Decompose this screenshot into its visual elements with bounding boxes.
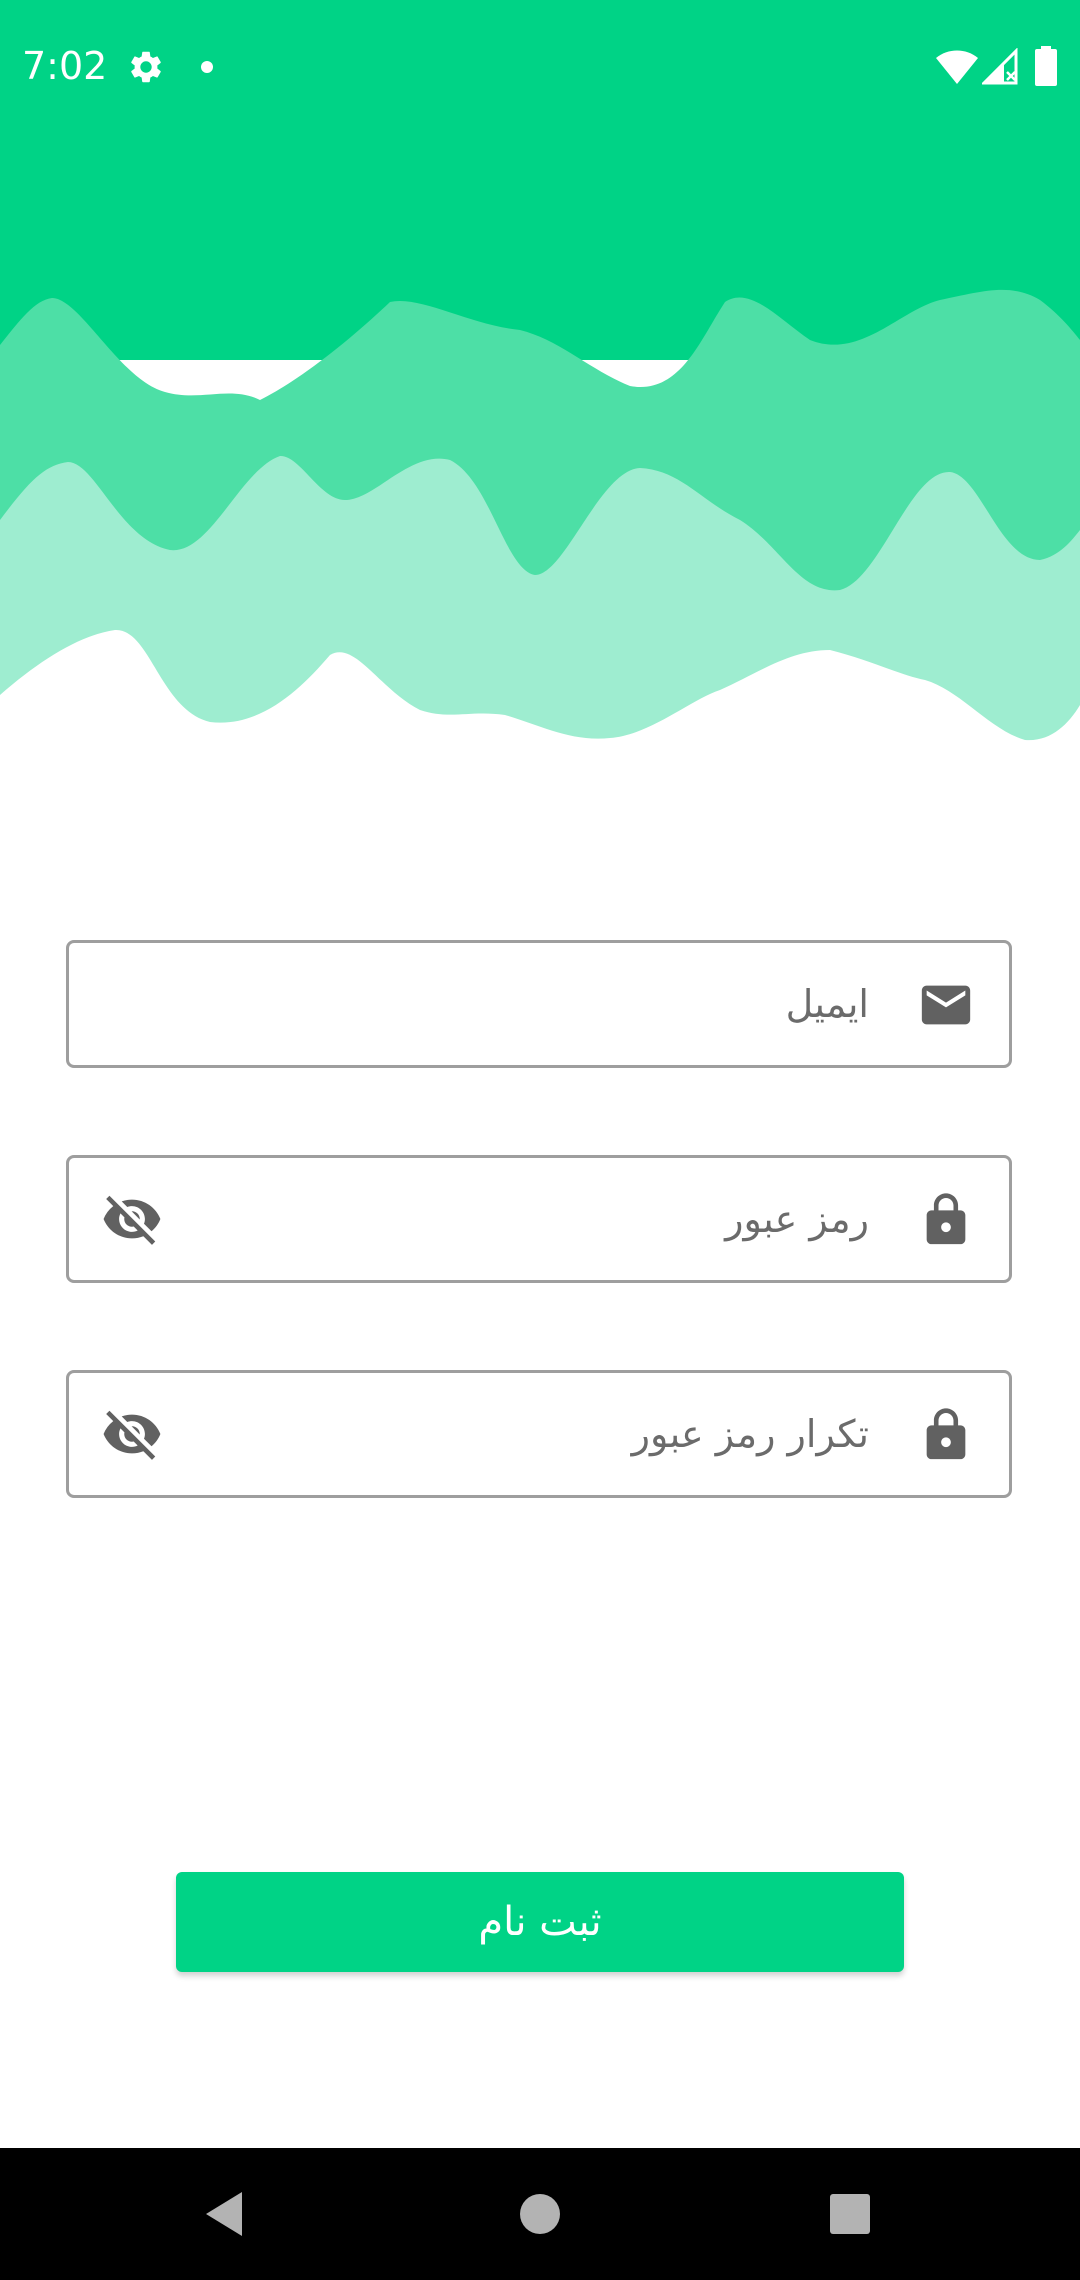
- system-nav-bar: [0, 2148, 1080, 2280]
- recents-icon[interactable]: [820, 2184, 880, 2244]
- lock-icon: [926, 1193, 966, 1245]
- settings-icon: [131, 51, 161, 83]
- battery-icon: [1035, 46, 1057, 86]
- password-placeholder: رمز عبور: [725, 1197, 869, 1241]
- home-icon[interactable]: [510, 2184, 570, 2244]
- email-placeholder: ایمیل: [785, 982, 869, 1026]
- password-field[interactable]: رمز عبور: [66, 1155, 1012, 1283]
- visibility-off-icon[interactable]: [101, 1403, 163, 1465]
- confirm-password-placeholder: تکرار رمز عبور: [631, 1412, 869, 1456]
- confirm-password-field[interactable]: تکرار رمز عبور: [66, 1370, 1012, 1498]
- wifi-icon: [936, 50, 978, 84]
- email-icon: [921, 985, 971, 1025]
- signup-button[interactable]: ثبت نام: [176, 1872, 904, 1972]
- cellular-signal-icon: [982, 48, 1018, 85]
- notification-dot-icon: [201, 61, 213, 73]
- status-bar: 7:02: [0, 0, 1080, 136]
- lock-icon: [926, 1408, 966, 1460]
- back-icon[interactable]: [196, 2184, 256, 2244]
- email-field[interactable]: ایمیل: [66, 940, 1012, 1068]
- visibility-off-icon[interactable]: [101, 1188, 163, 1250]
- status-time: 7:02: [22, 44, 108, 88]
- signup-screen: 7:02 ایمیل رمز عبور تکرار رمز عبور ثبت ن…: [0, 0, 1080, 2280]
